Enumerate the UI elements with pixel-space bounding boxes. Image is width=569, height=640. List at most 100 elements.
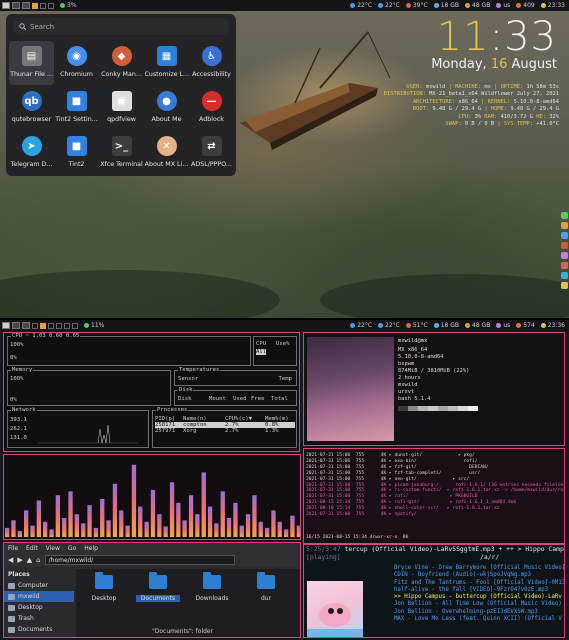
- playlist-track[interactable]: half-alive - the fall [VIDEO]-9FzrO47v0z…: [394, 587, 564, 594]
- app-launcher-item[interactable]: ● About Me: [144, 86, 189, 130]
- visualizer-bar: [144, 521, 149, 537]
- dock-app-icon[interactable]: [561, 252, 568, 259]
- home-icon[interactable]: ⌂: [36, 556, 40, 564]
- music-player-terminal[interactable]: 5:25/3:47 tercup (Official Video)-LaRv5S…: [303, 544, 565, 638]
- sidebar-item-mxwild[interactable]: mxwild: [4, 591, 74, 602]
- ranger-status-line: 16/15 2021-08-15 15:34 drwxr-xr-x 8K: [306, 535, 409, 541]
- dock-app-icon[interactable]: [561, 232, 568, 239]
- terminal-icon: >_: [111, 136, 132, 156]
- desktop-bottom-screen: 11% 22°C 22°C 51°C 18 GB 48 GB us 574 23…: [0, 320, 569, 640]
- workspace-indicator[interactable]: [12, 2, 20, 9]
- sidebar-item-trash[interactable]: Trash: [4, 613, 74, 624]
- workspace-indicator[interactable]: [2, 322, 10, 329]
- app-launcher-item[interactable]: ■ Tint2: [54, 131, 99, 175]
- app-launcher-item[interactable]: ▤ Thunar File ...: [9, 41, 54, 85]
- keyboard-layout[interactable]: us: [496, 2, 510, 9]
- playlist-track[interactable]: MAX - Love Me Less (feat. Quinn XCII) (O…: [394, 616, 564, 623]
- panel-clock[interactable]: 23:36: [540, 322, 565, 329]
- app-launcher-item[interactable]: ♿ Accessibility: [189, 41, 234, 85]
- weather-indicator: 22°C: [378, 2, 400, 9]
- top-panel: 3% 22°C 22°C 39°C 18 GB 48 GB us 409 23:…: [0, 0, 569, 11]
- dock-app-icon[interactable]: [561, 242, 568, 249]
- workspace-indicator[interactable]: [2, 2, 10, 9]
- folder-item[interactable]: Documents: [136, 572, 180, 602]
- workspace-dot[interactable]: [32, 322, 38, 329]
- workspace-dot[interactable]: [32, 2, 38, 9]
- ranger-entry[interactable]: 2021-07-31 15:00 755 4K ▸ spotify/: [306, 512, 562, 518]
- workspace-dot[interactable]: [56, 322, 62, 329]
- up-icon[interactable]: ▲: [27, 556, 32, 564]
- file-manager-window[interactable]: File Edit View Go Help ◀ ▶ ▲ ⌂ /home/mxwild/…: [3, 542, 301, 638]
- location-bar[interactable]: /home/mxwild/: [44, 555, 235, 565]
- playlist-track[interactable]: CDIN - Boyfriend (Audio)-wkjSpoJVqNg.mp3: [394, 572, 564, 579]
- app-launcher-item[interactable]: qb qutebrowser: [9, 86, 54, 130]
- app-launcher-item[interactable]: ▦ Customize L...: [144, 41, 189, 85]
- folder-item[interactable]: dur: [244, 572, 288, 602]
- workspace-indicator[interactable]: [12, 322, 20, 329]
- workspace-indicator[interactable]: [22, 2, 30, 9]
- app-launcher-item[interactable]: >_ Xfce Terminal: [99, 131, 144, 175]
- playlist-track[interactable]: >> Hippo Campus - buttercup (Official Vi…: [394, 594, 564, 601]
- updates-indicator[interactable]: 574: [516, 322, 535, 329]
- workspace-dot[interactable]: [40, 322, 46, 329]
- playlist-track[interactable]: Jon Bellion - All Time Low (Official Mus…: [394, 601, 564, 608]
- playlist-track[interactable]: Jon Bellion - Overwhelming-pzEI3dEVXSW.m…: [394, 609, 564, 616]
- dock-app-icon[interactable]: [561, 272, 568, 279]
- workspace-dot[interactable]: [72, 322, 78, 329]
- folder-icon: [149, 572, 167, 589]
- forward-icon[interactable]: ▶: [17, 556, 22, 564]
- computer-icon: [8, 583, 15, 589]
- sidebar-item-computer[interactable]: Computer: [4, 580, 74, 591]
- workspace-dot[interactable]: [40, 2, 46, 9]
- system-monitor-window[interactable]: CPU ~ 1.03 0.60 0.65 100% 0% CPU Use% Al…: [3, 332, 300, 452]
- weather-indicator: 22°C: [378, 322, 400, 329]
- menu-file[interactable]: File: [8, 545, 18, 552]
- playlist-track[interactable]: Fitz and The Tantrums - Fool [Official V…: [394, 580, 564, 587]
- app-launcher-item[interactable]: ⇄ ADSL/PPPO...: [189, 131, 234, 175]
- app-launcher-item[interactable]: ◆ Conky Man...: [99, 41, 144, 85]
- app-launcher-item[interactable]: ✕ About MX Li...: [144, 131, 189, 175]
- ranger-terminal[interactable]: 2021-07-31 15:06 755 4K ▸ dunst-git/ ▸ p…: [303, 448, 565, 544]
- menu-help[interactable]: Help: [84, 545, 98, 552]
- menu-view[interactable]: View: [46, 545, 60, 552]
- back-icon[interactable]: ◀: [8, 556, 13, 564]
- memory-axis-bottom: 0%: [10, 397, 17, 403]
- dock-app-icon[interactable]: [561, 282, 568, 289]
- neofetch-terminal[interactable]: mxwild@mx MX x86_64 5.10.0-8-amd64 bspwm 87…: [303, 332, 565, 446]
- app-label: qpdfview: [107, 116, 136, 123]
- menu-go[interactable]: Go: [68, 545, 76, 552]
- playlist-track[interactable]: Bryce Vine - Drew Barrymore [Official Mu…: [394, 565, 564, 572]
- search-input[interactable]: Search: [13, 18, 229, 35]
- workspace-indicator[interactable]: [22, 322, 30, 329]
- updates-indicator[interactable]: 409: [516, 2, 535, 9]
- dock-app-icon[interactable]: [561, 222, 568, 229]
- menu-edit[interactable]: Edit: [26, 545, 38, 552]
- visualizer-bar: [277, 521, 282, 537]
- sidebar-item-documents[interactable]: Documents: [4, 624, 74, 635]
- app-grid: ▤ Thunar File ... ◉ Chromium ◆ Conky Man... ▦ C…: [9, 41, 234, 175]
- workspace-dot[interactable]: [48, 2, 54, 9]
- dock-app-icon[interactable]: [561, 212, 568, 219]
- folder-item[interactable]: Desktop: [82, 572, 126, 602]
- visualizer-bar: [68, 491, 73, 537]
- sysinfo-value: MX-21_beta1_x64 Wildflower July 27, 2021: [429, 91, 559, 98]
- folder-item[interactable]: Downloads: [190, 572, 234, 602]
- dock-app-icon[interactable]: [561, 262, 568, 269]
- panel-clock[interactable]: 23:33: [540, 2, 565, 9]
- app-launcher-item[interactable]: — Adblock: [189, 86, 234, 130]
- sysinfo-line: ROOT: 9.48 G / 29.4 G | HOME: 9.48 G / 2…: [384, 106, 559, 113]
- temps-header: Sensor: [178, 376, 199, 382]
- tint2-settings-icon: ■: [66, 91, 87, 111]
- app-launcher-item[interactable]: ■ Tint2 Settin...: [54, 86, 99, 130]
- keyboard-layout[interactable]: us: [496, 322, 510, 329]
- app-launcher-item[interactable]: ➤ Telegram D...: [9, 131, 54, 175]
- color-swatch: [458, 406, 468, 411]
- workspace-dot[interactable]: [48, 322, 54, 329]
- workspace-dot[interactable]: [64, 322, 70, 329]
- status-bar: "Documents": folder: [152, 628, 214, 635]
- app-launcher-item[interactable]: ▣ qpdfview: [99, 86, 144, 130]
- sysinfo-value: 9.48 G / 29.4 G: [432, 106, 482, 113]
- visualizer-bar: [87, 505, 92, 537]
- app-launcher-item[interactable]: ◉ Chromium: [54, 41, 99, 85]
- sidebar-item-desktop[interactable]: Desktop: [4, 602, 74, 613]
